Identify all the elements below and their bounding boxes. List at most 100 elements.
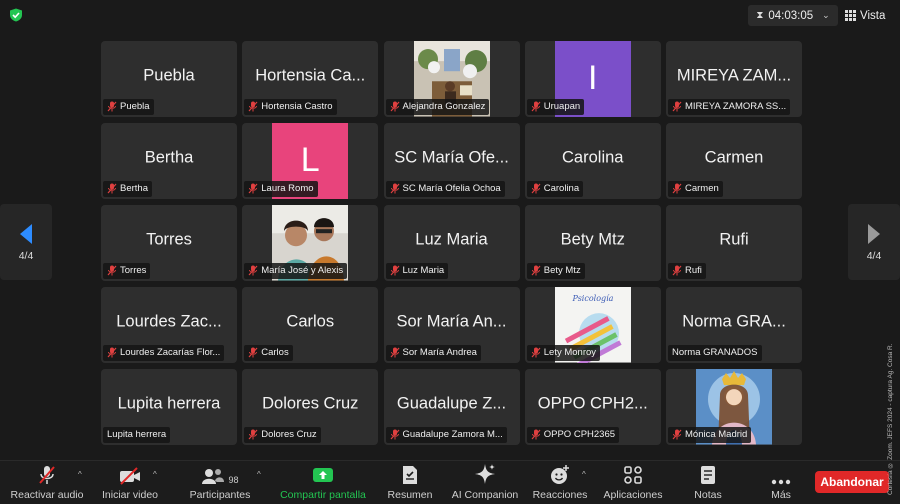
participant-nameplate: Lety Monroy (526, 344, 601, 361)
participant-display-name: Luz Maria (415, 230, 488, 249)
participant-nameplate: Bertha (103, 180, 152, 197)
muted-mic-icon (248, 347, 258, 358)
start-video-button[interactable]: Iniciar video (97, 463, 163, 501)
view-label: Vista (860, 9, 886, 22)
participant-name: Dolores Cruz (261, 429, 317, 441)
ai-companion-button[interactable]: AI Companion (448, 463, 522, 501)
video-options-caret-icon[interactable]: ^ (153, 470, 157, 479)
participant-name: Laura Romo (261, 183, 314, 195)
participant-nameplate: María José y Alexis (244, 262, 348, 279)
reaction-emoji-icon (551, 465, 569, 484)
participant-name: SC María Ofelia Ochoa (402, 183, 501, 195)
participant-tile[interactable]: Guadalupe Z... Guadalupe Zamora M... (383, 369, 520, 445)
participant-tile[interactable]: Lourdes Zac... Lourdes Zacarías Flor... (101, 287, 237, 363)
participant-name: Alejandra Gonzalez (402, 101, 486, 112)
participant-name: Bety Mtz (543, 265, 581, 277)
start-video-label: Iniciar video (101, 489, 159, 501)
participant-tile[interactable]: MIREYA ZAM... MIREYA ZAMORA SS... (666, 41, 802, 117)
participant-tile[interactable]: Psicología Lety Monroy (524, 287, 661, 363)
more-dots-icon (771, 479, 791, 485)
muted-mic-icon (531, 347, 541, 358)
participant-name: Guadalupe Zamora M... (402, 429, 503, 441)
muted-mic-icon (107, 347, 117, 358)
summary-button[interactable]: Resumen (384, 463, 436, 501)
summary-label: Resumen (387, 489, 433, 501)
participant-display-name: Carmen (704, 148, 764, 167)
muted-mic-icon (672, 183, 682, 194)
view-button[interactable]: Vista (845, 5, 895, 26)
apps-button[interactable]: Aplicaciones (600, 463, 666, 501)
participant-tile[interactable]: Mónica Madrid (666, 369, 802, 445)
participant-tile[interactable]: Luz Maria Luz Maria (383, 205, 520, 281)
reactions-options-caret-icon[interactable]: ^ (582, 470, 586, 479)
participant-nameplate: Carlos (244, 344, 293, 361)
participant-tile[interactable]: Alejandra Gonzalez (383, 41, 520, 117)
participant-tile[interactable]: L Laura Romo (242, 123, 379, 199)
participant-tile[interactable]: Sor María An... Sor María Andrea (383, 287, 520, 363)
next-page-button[interactable]: 4/4 (848, 204, 900, 280)
watermark-credit: Cortesía ® Zoom. JEFS 2024 - captura Ag.… (887, 343, 894, 495)
participant-tile[interactable]: Rufi Rufi (666, 205, 802, 281)
muted-mic-icon (672, 265, 682, 276)
participant-display-name: Dolores Cruz (262, 394, 359, 413)
participant-name: Norma GRANADOS (672, 347, 758, 359)
more-button[interactable]: Más (764, 463, 798, 501)
participant-tile[interactable]: Lupita herrera Lupita herrera (101, 369, 237, 445)
muted-mic-icon (248, 429, 258, 440)
participant-display-name: Norma GRA... (682, 312, 786, 331)
security-shield-icon[interactable] (9, 8, 23, 22)
participant-nameplate: Norma GRANADOS (668, 344, 762, 361)
participant-tile[interactable]: Dolores Cruz Dolores Cruz (242, 369, 379, 445)
participant-display-name: Bertha (144, 148, 194, 167)
share-screen-button[interactable]: Compartir pantalla (275, 463, 371, 501)
participant-display-name: Carlos (286, 312, 335, 331)
participant-tile[interactable]: Carlos Carlos (242, 287, 379, 363)
participant-name: Lourdes Zacarías Flor... (120, 347, 221, 359)
notes-button[interactable]: Notas (688, 463, 728, 501)
participant-nameplate: Torres (103, 262, 151, 279)
participant-tile[interactable]: Bety Mtz Bety Mtz (524, 205, 661, 281)
muted-mic-icon (248, 265, 258, 276)
meeting-timer[interactable]: ⧗ 04:03:05 ⌄ (748, 5, 838, 26)
reactions-button[interactable]: Reacciones (530, 463, 590, 501)
participant-name: Lupita herrera (107, 429, 167, 441)
participant-tile[interactable]: Torres Torres (101, 205, 237, 281)
participant-tile[interactable]: María José y Alexis (242, 205, 379, 281)
participant-tile[interactable]: Hortensia Ca... Hortensia Castro (242, 41, 379, 117)
muted-mic-icon (531, 265, 541, 276)
chevron-down-icon: ⌄ (822, 10, 830, 20)
participant-display-name: Carolina (562, 148, 624, 167)
participants-button[interactable]: 98 Participantes (183, 463, 257, 501)
participant-display-name: SC María Ofe... (394, 148, 509, 167)
participant-name: Hortensia Castro (261, 101, 333, 112)
participant-tile[interactable]: Puebla Puebla (101, 41, 237, 117)
arrow-left-icon (20, 223, 32, 244)
unmute-audio-label: Reactivar audio (10, 489, 84, 501)
previous-page-button[interactable]: 4/4 (0, 204, 52, 280)
participant-display-name: Lupita herrera (117, 394, 221, 413)
summary-icon (403, 466, 417, 484)
participant-tile[interactable]: OPPO CPH2... OPPO CPH2365 (524, 369, 661, 445)
participant-nameplate: Puebla (103, 98, 154, 115)
participant-tile[interactable]: Carmen Carmen (666, 123, 802, 199)
muted-mic-icon (248, 183, 258, 194)
participant-tile[interactable]: Norma GRA... Norma GRANADOS (666, 287, 802, 363)
leave-meeting-button[interactable]: Abandonar (815, 471, 889, 493)
participant-nameplate: Bety Mtz (526, 262, 585, 279)
participants-options-caret-icon[interactable]: ^ (257, 470, 261, 479)
participant-name: Rufi (685, 265, 702, 277)
participant-display-name: Lourdes Zac... (116, 312, 222, 331)
unmute-audio-button[interactable]: Reactivar audio (8, 463, 86, 501)
apps-label: Aplicaciones (603, 489, 663, 501)
muted-mic-icon (107, 265, 117, 276)
participant-tile[interactable]: Carolina Carolina (524, 123, 661, 199)
participants-icon (202, 469, 225, 484)
participant-tile[interactable]: I Uruapan (524, 41, 661, 117)
participant-name: Bertha (120, 183, 148, 195)
participant-tile[interactable]: SC María Ofe... SC María Ofelia Ochoa (383, 123, 520, 199)
audio-options-caret-icon[interactable]: ^ (78, 470, 82, 479)
participant-name: Carmen (685, 183, 719, 195)
participant-tile[interactable]: Bertha Bertha (101, 123, 237, 199)
arrow-right-icon (868, 223, 880, 244)
muted-mic-icon (39, 466, 55, 484)
